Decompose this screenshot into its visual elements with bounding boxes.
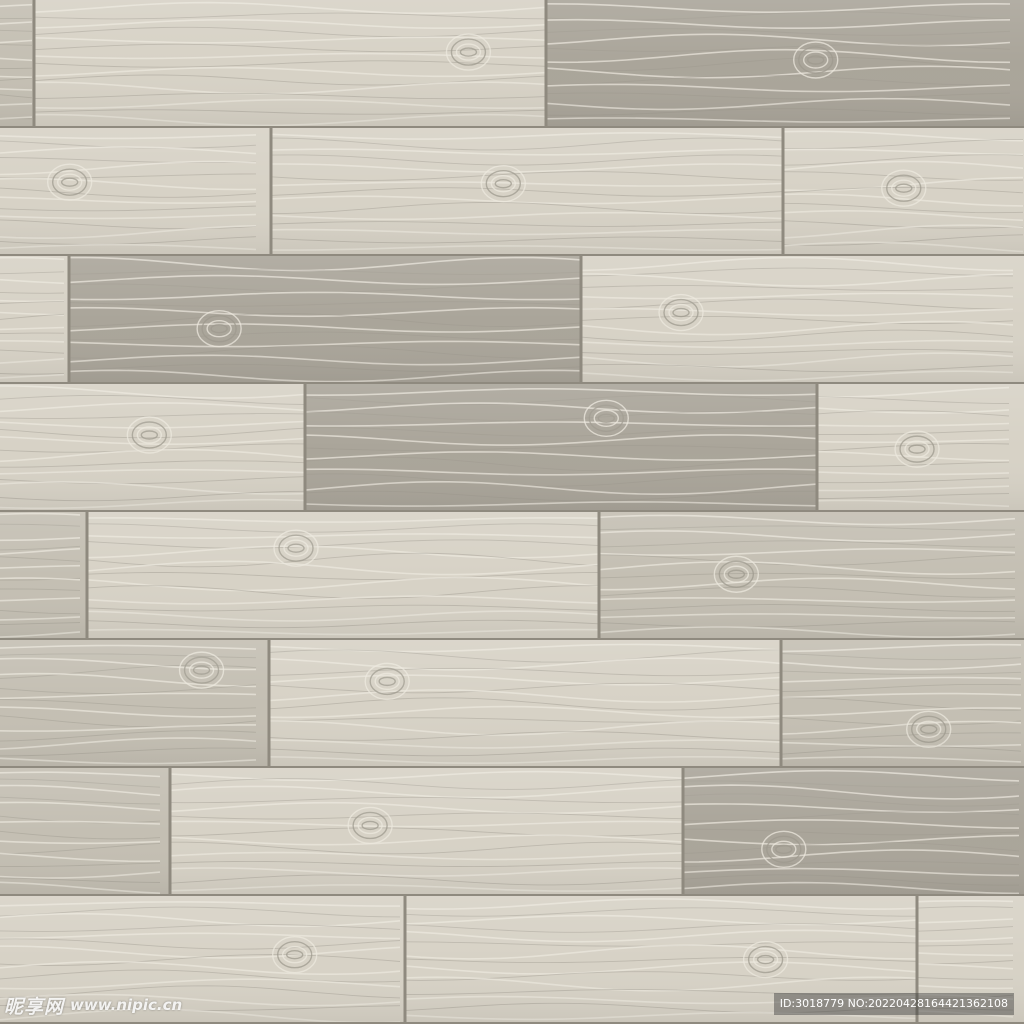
wood-plank <box>87 512 599 640</box>
plank-seam <box>86 512 89 640</box>
watermark-site: www.nipic.cn <box>70 996 182 1014</box>
wood-plank <box>269 640 781 768</box>
wood-plank <box>69 256 581 384</box>
wood-plank <box>34 0 546 128</box>
wood-plank <box>599 512 1024 640</box>
plank-seam <box>816 384 819 512</box>
wood-plank-texture <box>0 0 1024 1024</box>
plank-seam <box>404 896 407 1024</box>
wood-plank <box>170 768 683 896</box>
wood-plank <box>546 0 1024 128</box>
plank-seam <box>682 768 685 896</box>
plank-seam <box>782 128 785 256</box>
wood-plank <box>0 640 269 768</box>
plank-seam <box>270 128 273 256</box>
wood-plank <box>0 128 271 256</box>
plank-seam <box>780 640 783 768</box>
plank-seam <box>169 768 172 896</box>
wood-plank <box>683 768 1024 896</box>
wood-plank <box>0 768 170 896</box>
watermark-brand: 昵享网 <box>4 992 64 1019</box>
wood-plank <box>0 256 69 384</box>
plank-seam <box>545 0 548 128</box>
plank-seam <box>580 256 583 384</box>
wood-plank <box>0 0 34 128</box>
wood-plank <box>783 128 1024 256</box>
plank-seam <box>304 384 307 512</box>
wood-plank <box>0 512 87 640</box>
wood-plank <box>271 128 783 256</box>
plank-seam <box>68 256 71 384</box>
plank-seam <box>268 640 271 768</box>
wood-plank <box>781 640 1024 768</box>
wood-plank <box>817 384 1024 512</box>
plank-seam <box>33 0 36 128</box>
watermark-id-label: ID:3018779 NO:20220428164421362108 <box>774 993 1014 1015</box>
wood-plank <box>305 384 817 512</box>
plank-seam <box>598 512 601 640</box>
wood-plank <box>581 256 1024 384</box>
nipic-watermark: 昵享网 www.nipic.cn <box>4 990 182 1020</box>
wood-plank <box>0 384 305 512</box>
